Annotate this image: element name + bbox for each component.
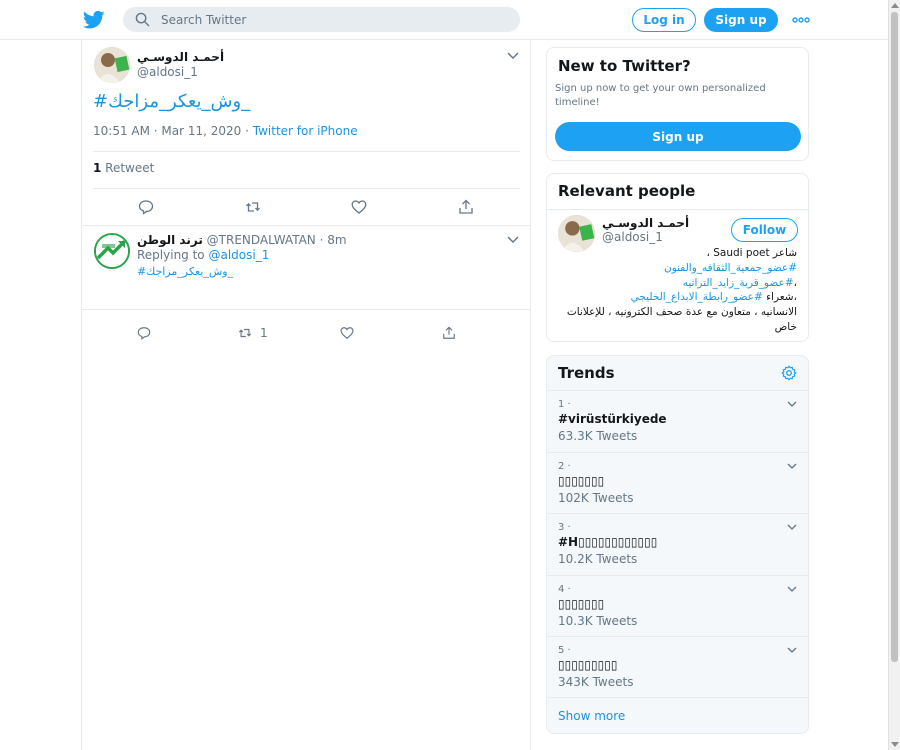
person-bio: شاعر Saudi poet ، #عضو_جمعية_الثقافه_وال… (555, 246, 797, 335)
twitter-logo-icon[interactable] (83, 10, 105, 30)
chevron-down-icon[interactable] (507, 52, 519, 60)
trend-item[interactable]: 2 · ▯▯▯▯▯▯▯ 102K Tweets (547, 452, 808, 513)
relevant-people-card: Relevant people أحمـد الدوسـي @aldosi_1 … (546, 173, 809, 342)
divider (547, 209, 808, 210)
replying-to: Replying to @aldosi_1 (137, 248, 269, 262)
reply-retweet-count: 1 (260, 326, 268, 340)
trend-name: ▯▯▯▯▯▯▯ (558, 597, 605, 611)
trends-card: Trends 1 · #virüstürkiyede 63.3K Tweets … (546, 355, 809, 734)
replying-to-handle[interactable]: @aldosi_1 (208, 248, 269, 262)
trend-name: #H▯▯▯▯▯▯▯▯▯▯▯▯ (558, 535, 658, 549)
search-input[interactable] (161, 10, 501, 29)
new-to-twitter-card: New to Twitter? Sign up now to get your … (546, 47, 809, 161)
search-icon (135, 12, 150, 27)
meta-separator: · (241, 124, 253, 138)
scroll-down-arrow-icon[interactable] (891, 742, 899, 747)
scrollbar-thumb[interactable] (891, 12, 898, 662)
search-box[interactable] (123, 7, 520, 32)
bio-hashtag[interactable]: #عضو_جمعية_الثقافه_والفنون (555, 261, 797, 276)
bio-hashtag[interactable]: #عضو_قرية_زايد_التراثيه (683, 277, 794, 289)
trend-count: 102K Tweets (558, 491, 634, 505)
show-more-link[interactable]: Show more (547, 697, 808, 734)
retweet-label: Retweet (101, 161, 155, 175)
bio-line: الانسانيه ، متعاون مع عدة صحف الكترونيه … (566, 306, 797, 333)
bio-separator: ، (793, 276, 797, 289)
timeline-column: أحمـد الدوسـي @aldosi_1 #وش_يعكر_مزاجك_ … (81, 40, 531, 750)
trend-count: 10.2K Tweets (558, 552, 638, 566)
trend-rank: 3 · (558, 522, 571, 533)
avatar[interactable] (94, 47, 130, 83)
chevron-down-icon[interactable] (787, 524, 797, 531)
card-title: Relevant people (558, 182, 696, 200)
chevron-down-icon[interactable] (787, 463, 797, 470)
signup-button[interactable]: Sign up (704, 8, 778, 32)
retweet-stats[interactable]: 1 Retweet (93, 161, 154, 175)
scrollbar[interactable] (888, 0, 900, 750)
chevron-down-icon[interactable] (787, 647, 797, 654)
show-more-label: Show more (558, 709, 626, 723)
more-options-icon[interactable] (792, 17, 810, 23)
like-icon[interactable] (351, 199, 367, 215)
share-icon[interactable] (458, 199, 474, 215)
trend-item[interactable]: 4 · ▯▯▯▯▯▯▯ 10.3K Tweets (547, 575, 808, 636)
replying-prefix: Replying to (137, 248, 209, 262)
reply-icon[interactable] (138, 199, 154, 215)
trend-count: 343K Tweets (558, 675, 634, 689)
trend-name: ▯▯▯▯▯▯▯ (558, 474, 605, 488)
tweet-text[interactable]: #وش_يعكر_مزاجك_ (93, 91, 250, 112)
reply-avatar[interactable] (94, 233, 130, 269)
main-tweet: أحمـد الدوسـي @aldosi_1 #وش_يعكر_مزاجك_ … (82, 40, 530, 226)
bio-line: ،#عضو_قرية_زايد_التراثيه (555, 276, 797, 291)
divider (93, 151, 520, 152)
reply-text[interactable]: #وش_يعكر_مزاجك_ (137, 265, 233, 278)
trend-name: ▯▯▯▯▯▯▯▯▯ (558, 658, 618, 672)
scroll-up-arrow-icon[interactable] (891, 3, 899, 8)
divider (93, 188, 520, 189)
reply-handle-time: @TRENDALWATAN · 8m (202, 233, 347, 247)
retweet-icon[interactable] (238, 326, 252, 340)
top-bar: Log in Sign up (0, 0, 888, 40)
tweet-source[interactable]: Twitter for iPhone (253, 124, 358, 138)
person-handle[interactable]: @aldosi_1 (602, 230, 663, 244)
trend-count: 63.3K Tweets (558, 429, 638, 443)
chevron-down-icon[interactable] (787, 401, 797, 408)
reply-header[interactable]: ترند الوطن @TRENDALWATAN · 8m (137, 233, 347, 247)
reply-avatar-image (96, 235, 128, 267)
trend-count: 10.3K Tweets (558, 614, 638, 628)
login-button[interactable]: Log in (632, 8, 696, 32)
bio-line: شاعر Saudi poet ، (706, 247, 797, 259)
trend-rank: 5 · (558, 645, 571, 656)
bio-hashtag[interactable]: #عضو_رابطة_الابداع_الخليجي (631, 291, 763, 303)
tweet-time[interactable]: 10:51 AM · Mar 11, 2020 (93, 124, 241, 138)
trend-rank: 1 · (558, 399, 571, 410)
bio-line: ،شعراء #عضو_رابطة_الابداع_الخليجي (555, 290, 797, 305)
trend-rank: 2 · (558, 461, 571, 472)
author-handle[interactable]: @aldosi_1 (137, 65, 198, 79)
author-name[interactable]: أحمـد الدوسـي (137, 50, 224, 64)
chevron-down-icon[interactable] (787, 586, 797, 593)
trend-name: #virüstürkiyede (558, 412, 667, 426)
tweet-meta: 10:51 AM · Mar 11, 2020 · Twitter for iP… (93, 124, 358, 138)
person-name[interactable]: أحمـد الدوسـي (602, 216, 689, 230)
avatar-image (94, 47, 130, 83)
follow-button[interactable]: Follow (731, 218, 798, 242)
reply-author-name: ترند الوطن (137, 233, 203, 247)
share-icon[interactable] (442, 326, 456, 340)
signup-card-button[interactable]: Sign up (555, 122, 801, 151)
trend-item[interactable]: 3 · #H▯▯▯▯▯▯▯▯▯▯▯▯ 10.2K Tweets (547, 513, 808, 574)
trend-item[interactable]: 1 · #virüstürkiyede 63.3K Tweets (547, 390, 808, 451)
trend-item[interactable]: 5 · ▯▯▯▯▯▯▯▯▯ 343K Tweets (547, 636, 808, 697)
card-description: Sign up now to get your own personalized… (555, 83, 766, 108)
bio-text: ،شعراء (762, 291, 797, 304)
trend-rank: 4 · (558, 584, 571, 595)
chevron-down-icon[interactable] (507, 236, 519, 244)
retweet-icon[interactable] (245, 199, 261, 215)
reply-icon[interactable] (137, 326, 151, 340)
card-title: New to Twitter? (558, 57, 691, 75)
gear-icon[interactable] (781, 365, 797, 381)
card-title: Trends (558, 364, 615, 382)
reply-tweet[interactable]: ترند الوطن @TRENDALWATAN · 8m Replying t… (82, 226, 530, 340)
like-icon[interactable] (340, 326, 354, 340)
